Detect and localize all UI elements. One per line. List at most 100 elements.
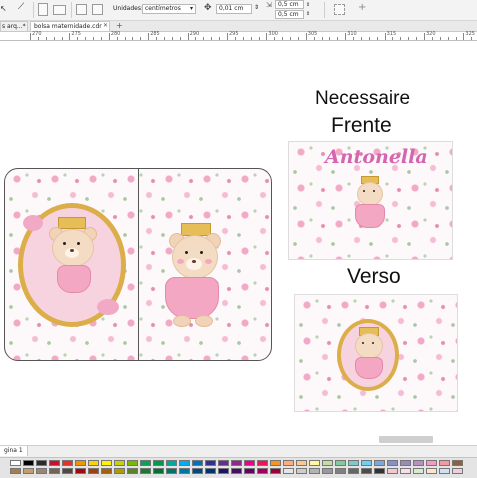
color-swatch[interactable] — [49, 460, 60, 466]
color-swatch[interactable] — [49, 468, 60, 474]
color-swatch[interactable] — [348, 460, 359, 466]
color-swatch[interactable] — [88, 468, 99, 474]
plus-icon[interactable]: + — [116, 21, 123, 31]
horizontal-scrollbar[interactable] — [379, 436, 433, 443]
all-pages-icon[interactable] — [76, 4, 87, 15]
color-swatch[interactable] — [387, 460, 398, 466]
verso-card[interactable] — [294, 294, 458, 412]
color-swatch[interactable] — [257, 460, 268, 466]
color-swatch[interactable] — [322, 468, 333, 474]
spinner-icon[interactable]: ⇕ — [306, 11, 310, 17]
color-swatch[interactable] — [166, 460, 177, 466]
color-swatch[interactable] — [192, 460, 203, 466]
color-swatch[interactable] — [75, 460, 86, 466]
color-swatch[interactable] — [400, 468, 411, 474]
color-swatch[interactable] — [192, 468, 203, 474]
color-swatch[interactable] — [153, 468, 164, 474]
color-swatch[interactable] — [257, 468, 268, 474]
horizontal-ruler[interactable]: 270 275 280 285 290 295 300 305 310 315 320 325 — [0, 31, 477, 41]
color-swatch[interactable] — [413, 468, 424, 474]
color-swatch[interactable] — [179, 468, 190, 474]
treat-as-filled-icon[interactable] — [334, 4, 345, 15]
frente-card[interactable]: Antonella — [288, 141, 453, 260]
color-swatch[interactable] — [348, 468, 359, 474]
color-swatch[interactable] — [36, 468, 47, 474]
color-swatch[interactable] — [426, 468, 437, 474]
units-select[interactable]: centímetros ▾ — [142, 4, 196, 14]
nudge-distance-field[interactable]: 0,01 cm — [216, 4, 252, 14]
color-swatch[interactable] — [374, 468, 385, 474]
rose-decoration — [97, 299, 119, 315]
color-swatch[interactable] — [114, 460, 125, 466]
color-swatch[interactable] — [374, 460, 385, 466]
color-swatch[interactable] — [140, 460, 151, 466]
color-swatch[interactable] — [309, 468, 320, 474]
color-swatch[interactable] — [439, 468, 450, 474]
color-swatch[interactable] — [296, 468, 307, 474]
color-swatch[interactable] — [335, 460, 346, 466]
color-swatch[interactable] — [205, 468, 216, 474]
ruler-tick — [45, 37, 47, 40]
color-swatch[interactable] — [270, 460, 281, 466]
color-swatch[interactable] — [361, 468, 372, 474]
select-tool-icon[interactable]: ↖ — [0, 4, 7, 13]
color-swatch[interactable] — [23, 468, 34, 474]
spinner-icon[interactable]: ⇕ — [306, 2, 310, 8]
close-icon[interactable]: ✕ — [103, 21, 108, 31]
color-swatch[interactable] — [153, 460, 164, 466]
spinner-icon[interactable]: ⇕ — [254, 4, 259, 11]
color-swatch[interactable] — [244, 460, 255, 466]
color-swatch[interactable] — [283, 460, 294, 466]
color-swatch[interactable] — [218, 468, 229, 474]
bear-eye — [362, 342, 364, 344]
page-tab[interactable]: gina 1 — [0, 446, 28, 456]
color-swatch[interactable] — [36, 460, 47, 466]
color-swatch[interactable] — [361, 460, 372, 466]
tab-previous-doc[interactable]: s arq...* — [0, 21, 28, 31]
color-swatch[interactable] — [452, 468, 463, 474]
drawing-canvas[interactable]: Necessaire Frente Verso Antonella — [0, 41, 477, 445]
color-swatch[interactable] — [335, 468, 346, 474]
color-swatch[interactable] — [10, 468, 21, 474]
color-swatch[interactable] — [231, 468, 242, 474]
color-swatch[interactable] — [283, 468, 294, 474]
color-swatch[interactable] — [75, 468, 86, 474]
color-swatch[interactable] — [426, 460, 437, 466]
color-swatch[interactable] — [88, 460, 99, 466]
tab-active-doc[interactable]: bolsa maternidade.cdr — [30, 21, 110, 31]
color-swatch[interactable] — [179, 460, 190, 466]
duplicate-x-field[interactable]: 0,5 cm — [275, 0, 304, 9]
color-swatch[interactable] — [296, 460, 307, 466]
color-swatch[interactable] — [10, 460, 21, 466]
color-swatch[interactable] — [140, 468, 151, 474]
ruler-number: 295 — [229, 31, 239, 37]
color-swatch[interactable] — [127, 468, 138, 474]
landscape-icon[interactable] — [53, 5, 66, 15]
color-swatch[interactable] — [244, 468, 255, 474]
color-swatch[interactable] — [218, 460, 229, 466]
color-swatch[interactable] — [231, 460, 242, 466]
color-swatch[interactable] — [62, 460, 73, 466]
freehand-icon[interactable]: ⟋ — [18, 2, 24, 12]
color-swatch[interactable] — [439, 460, 450, 466]
color-swatch[interactable] — [413, 460, 424, 466]
bag-pattern-panel[interactable] — [4, 168, 272, 361]
color-swatch[interactable] — [387, 468, 398, 474]
portrait-icon[interactable] — [38, 3, 48, 16]
color-swatch[interactable] — [101, 468, 112, 474]
color-swatch[interactable] — [400, 460, 411, 466]
duplicate-y-field[interactable]: 0,5 cm — [275, 10, 304, 19]
color-swatch[interactable] — [452, 460, 463, 466]
color-swatch[interactable] — [322, 460, 333, 466]
color-swatch[interactable] — [270, 468, 281, 474]
current-page-icon[interactable] — [92, 4, 103, 15]
plus-icon[interactable]: + — [358, 2, 366, 13]
color-swatch[interactable] — [101, 460, 112, 466]
color-swatch[interactable] — [127, 460, 138, 466]
color-swatch[interactable] — [23, 460, 34, 466]
color-swatch[interactable] — [62, 468, 73, 474]
color-swatch[interactable] — [166, 468, 177, 474]
color-swatch[interactable] — [114, 468, 125, 474]
color-swatch[interactable] — [205, 460, 216, 466]
color-swatch[interactable] — [309, 460, 320, 466]
